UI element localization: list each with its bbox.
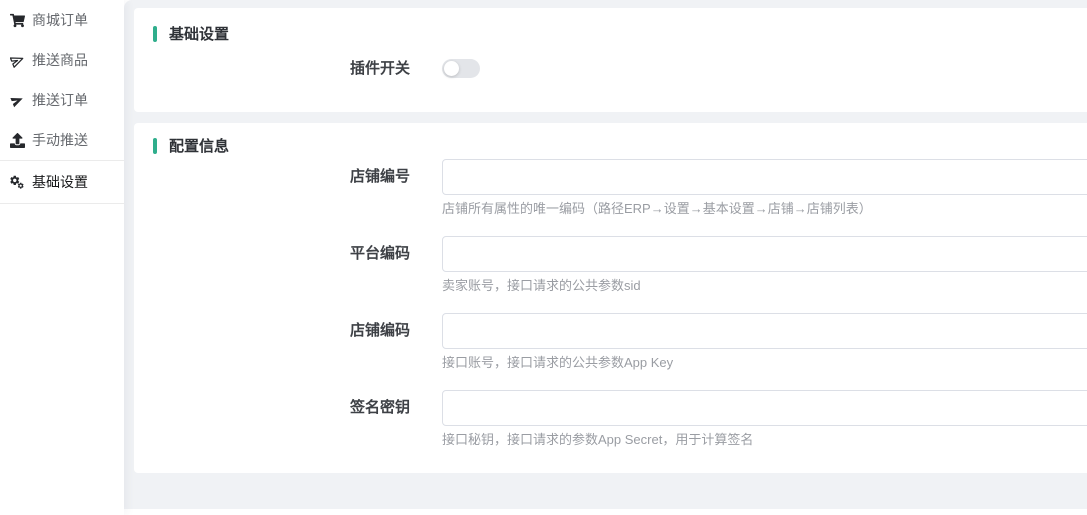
sign-secret-hint: 接口秘钥，接口请求的参数App Secret，用于计算签名 — [442, 432, 1087, 448]
plugin-switch-toggle[interactable] — [442, 59, 480, 78]
section-accent-bar — [153, 26, 157, 42]
platform-code-hint: 卖家账号，接口请求的公共参数sid — [442, 278, 1087, 294]
shop-code-hint: 接口账号，接口请求的公共参数App Key — [442, 355, 1087, 371]
sidebar-item-push-products[interactable]: 推送商品 — [0, 40, 124, 80]
platform-code-field-row: 平台编码 卖家账号，接口请求的公共参数sid — [134, 236, 1087, 294]
paper-plane-icon — [9, 92, 25, 108]
sidebar-item-label: 推送商品 — [32, 50, 88, 70]
sidebar-item-label: 推送订单 — [32, 90, 88, 110]
sidebar-item-basic-settings[interactable]: 基础设置 — [0, 160, 124, 204]
sign-secret-input[interactable] — [442, 390, 1087, 426]
sidebar-item-push-orders[interactable]: 推送订单 — [0, 80, 124, 120]
basic-settings-card-header: 基础设置 — [134, 8, 1087, 44]
shop-number-field-row: 店铺编号 店铺所有属性的唯一编码（路径ERP→设置→基本设置→店铺→店铺列表） — [134, 159, 1087, 217]
upload-icon — [9, 132, 25, 148]
sign-secret-label: 签名密钥 — [134, 390, 442, 448]
gears-icon — [9, 174, 25, 190]
shop-number-hint: 店铺所有属性的唯一编码（路径ERP→设置→基本设置→店铺→店铺列表） — [442, 201, 1087, 217]
config-form: 店铺编号 店铺所有属性的唯一编码（路径ERP→设置→基本设置→店铺→店铺列表） … — [134, 159, 1087, 448]
sidebar: 商城订单 推送商品 推送订单 手动推送 基础设置 — [0, 0, 124, 515]
switch-knob — [444, 61, 459, 76]
platform-code-label: 平台编码 — [134, 236, 442, 294]
platform-code-input[interactable] — [442, 236, 1087, 272]
shop-code-label: 店铺编码 — [134, 313, 442, 371]
paper-plane-outline-icon — [9, 52, 25, 68]
sidebar-item-label: 商城订单 — [32, 10, 88, 30]
config-info-card: 配置信息 店铺编号 店铺所有属性的唯一编码（路径ERP→设置→基本设置→店铺→店… — [134, 123, 1087, 473]
section-title: 基础设置 — [169, 23, 229, 44]
shop-number-input[interactable] — [442, 159, 1087, 195]
plugin-switch-row: 插件开关 — [134, 59, 1087, 78]
shop-code-input[interactable] — [442, 313, 1087, 349]
sign-secret-field-row: 签名密钥 接口秘钥，接口请求的参数App Secret，用于计算签名 — [134, 390, 1087, 448]
basic-settings-card: 基础设置 插件开关 — [134, 8, 1087, 112]
section-title: 配置信息 — [169, 135, 229, 156]
shop-number-label: 店铺编号 — [134, 159, 442, 217]
sidebar-item-label: 基础设置 — [32, 172, 88, 192]
sidebar-item-label: 手动推送 — [32, 130, 88, 150]
sidebar-item-manual-push[interactable]: 手动推送 — [0, 120, 124, 160]
section-accent-bar — [153, 138, 157, 154]
shop-code-field-row: 店铺编码 接口账号，接口请求的公共参数App Key — [134, 313, 1087, 371]
plugin-switch-label: 插件开关 — [134, 59, 442, 78]
sidebar-item-mall-orders[interactable]: 商城订单 — [0, 0, 124, 40]
config-info-card-header: 配置信息 — [134, 123, 1087, 156]
shopping-cart-icon — [9, 12, 25, 28]
